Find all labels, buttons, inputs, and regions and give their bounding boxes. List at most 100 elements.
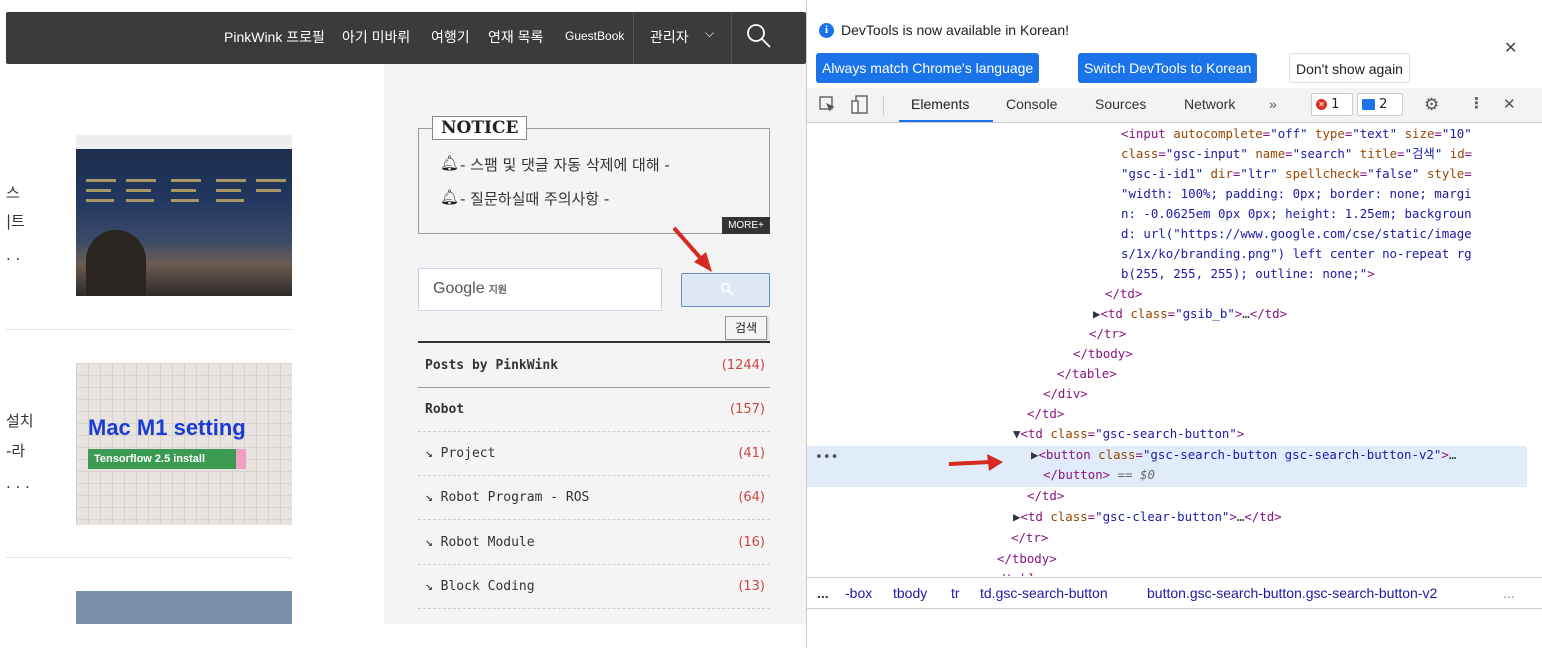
search-input[interactable]: Google 지원 [418, 268, 662, 311]
category-item[interactable]: Posts by PinkWink [425, 358, 558, 373]
close-icon[interactable]: ✕ [1504, 38, 1517, 57]
more-tabs-button[interactable]: » [1269, 96, 1277, 112]
dom-node[interactable]: d: url("https://www.google.com/cse/stati… [1121, 224, 1472, 244]
dont-show-again-button[interactable]: Don't show again [1289, 53, 1410, 83]
dom-node[interactable]: </table> [1057, 364, 1117, 384]
dom-node[interactable]: </tr> [1011, 528, 1048, 548]
thumbnail-decoration [171, 179, 201, 182]
search-button[interactable] [681, 273, 770, 307]
post-excerpt: . . . [6, 474, 30, 492]
error-count: 1 [1331, 97, 1340, 112]
dom-node[interactable]: ▼<td class="gsc-search-button"> [1013, 424, 1244, 444]
category-count: (64) [738, 490, 765, 505]
breadcrumb-overflow-right[interactable]: ... [1503, 585, 1515, 601]
post-thumbnail[interactable] [76, 591, 292, 624]
dom-node[interactable]: </td> [1105, 284, 1142, 304]
category-divider [418, 387, 770, 388]
breadcrumb-item[interactable]: td.gsc-search-button [980, 585, 1108, 601]
nav-profile[interactable]: PinkWink 프로필 [224, 27, 325, 47]
close-devtools-icon[interactable]: ✕ [1503, 95, 1516, 113]
dom-node[interactable]: </td> [1027, 404, 1064, 424]
dom-node-selected[interactable]: </button> == $0 [1043, 465, 1155, 485]
notice-title: NOTICE [432, 116, 528, 140]
nav-baby[interactable]: 아기 미바뤼 [342, 27, 410, 47]
subcategory-item[interactable]: ↘ Project [425, 446, 495, 461]
thumbnail-decoration [126, 179, 156, 182]
dom-node[interactable]: </div> [1043, 384, 1088, 404]
category-divider [418, 431, 770, 432]
category-count: (1244) [721, 358, 765, 373]
dom-node[interactable]: b(255, 255, 255); outline: none;"> [1121, 264, 1375, 284]
thumbnail-decoration [216, 189, 241, 192]
breadcrumb-item[interactable]: -box [845, 585, 872, 601]
kebab-menu-icon[interactable]: ⋮ [1469, 94, 1484, 112]
dom-node[interactable]: "width: 100%; padding: 0px; border: none… [1121, 184, 1472, 204]
category-divider [418, 519, 770, 520]
notice-item[interactable]: - 질문하실때 주의사항 - [460, 188, 609, 209]
post-thumbnail[interactable] [76, 135, 292, 296]
nav-admin[interactable]: 관리자 [650, 27, 689, 47]
dom-breadcrumb: ... -box tbody tr td.gsc-search-button b… [807, 577, 1542, 609]
thumbnail-strip: Tensorflow 2.5 install [88, 449, 238, 469]
thumbnail-decoration [126, 199, 154, 202]
dom-node[interactable]: ▶<td class="gsib_b">…</td> [1093, 304, 1287, 324]
dom-node[interactable]: <input autocomplete="off" type="text" si… [1121, 124, 1472, 144]
category-item[interactable]: Robot [425, 402, 464, 417]
toolbar-separator [883, 96, 884, 116]
gear-icon[interactable]: ⚙ [1424, 95, 1439, 115]
dom-node[interactable]: n: -0.0625em 0px 0px; height: 1.25em; ba… [1121, 204, 1472, 224]
thumbnail-title: Mac M1 setting [88, 415, 246, 440]
dom-node[interactable]: </tr> [1089, 324, 1126, 344]
thumbnail-decoration [256, 179, 286, 182]
tab-elements[interactable]: Elements [911, 96, 969, 112]
thumbnail-decoration [86, 189, 111, 192]
node-ellipsis-icon[interactable]: ••• [815, 450, 838, 465]
post-excerpt: 스 [6, 184, 20, 202]
thumbnail-decoration [86, 179, 116, 182]
inspect-element-icon[interactable] [819, 96, 837, 114]
dom-node-selected[interactable]: ▶<button class="gsc-search-button gsc-se… [1031, 445, 1456, 465]
subcategory-item[interactable]: ↘ Robot Program - ROS [425, 490, 589, 505]
switch-to-korean-button[interactable]: Switch DevTools to Korean [1078, 53, 1258, 83]
dom-node[interactable]: </tbody> [997, 549, 1057, 569]
dom-node[interactable]: s/1x/ko/branding.png") left center no-re… [1121, 244, 1472, 264]
message-count: 2 [1379, 97, 1388, 112]
dom-tree[interactable]: <input autocomplete="off" type="text" si… [807, 124, 1542, 576]
dom-node[interactable]: </tbody> [1073, 344, 1133, 364]
dom-node[interactable]: ▶<td class="gsc-clear-button">…</td> [1013, 507, 1282, 527]
dom-node[interactable]: class="gsc-input" name="search" title="검… [1121, 144, 1472, 164]
tab-sources[interactable]: Sources [1095, 96, 1146, 112]
breadcrumb-item[interactable]: tbody [893, 585, 927, 601]
post-thumbnail[interactable]: Mac M1 setting Tensorflow 2.5 install [76, 363, 292, 525]
nav-travel[interactable]: 여행기 [431, 27, 470, 47]
breadcrumb-item-selected[interactable]: button.gsc-search-button.gsc-search-butt… [1147, 585, 1437, 601]
notice-item[interactable]: - 스팸 및 댓글 자동 삭제에 대해 - [460, 154, 670, 175]
nav-guestbook[interactable]: GuestBook [565, 29, 624, 43]
nav-series[interactable]: 연재 목록 [488, 27, 543, 47]
subcategory-item[interactable]: ↘ Robot Module [425, 535, 535, 550]
subcategory-item[interactable]: ↘ Block Coding [425, 579, 535, 594]
post-excerpt: -라 [6, 442, 26, 460]
dom-node[interactable]: </table> [991, 569, 1051, 576]
message-count-badge[interactable]: 2 [1357, 93, 1403, 116]
bell-icon: 🔔︎ [440, 154, 460, 172]
more-button[interactable]: MORE+ [722, 217, 770, 234]
devtools-bottom-area [807, 609, 1542, 648]
dom-node[interactable]: </td> [1027, 486, 1064, 506]
breadcrumb-overflow-left[interactable]: ... [817, 585, 829, 601]
chevron-down-icon[interactable]: ⌵ [705, 26, 714, 41]
tab-network[interactable]: Network [1184, 96, 1235, 112]
category-count: (157) [730, 402, 765, 417]
always-match-language-button[interactable]: Always match Chrome's language [816, 53, 1040, 83]
info-icon: i [819, 23, 834, 38]
notice-box [418, 128, 770, 234]
search-icon[interactable] [746, 23, 772, 49]
breadcrumb-item[interactable]: tr [951, 585, 960, 601]
dom-node[interactable]: "gsc-i-id1" dir="ltr" spellcheck="false"… [1121, 164, 1472, 184]
tab-console[interactable]: Console [1006, 96, 1057, 112]
error-count-badge[interactable]: ✕ 1 [1311, 93, 1353, 116]
thumbnail-decoration [86, 199, 114, 202]
device-toolbar-icon[interactable] [851, 95, 869, 115]
thumbnail-tent [86, 230, 146, 296]
devtools-panel: i DevTools is now available in Korean! ✕… [806, 0, 1542, 648]
